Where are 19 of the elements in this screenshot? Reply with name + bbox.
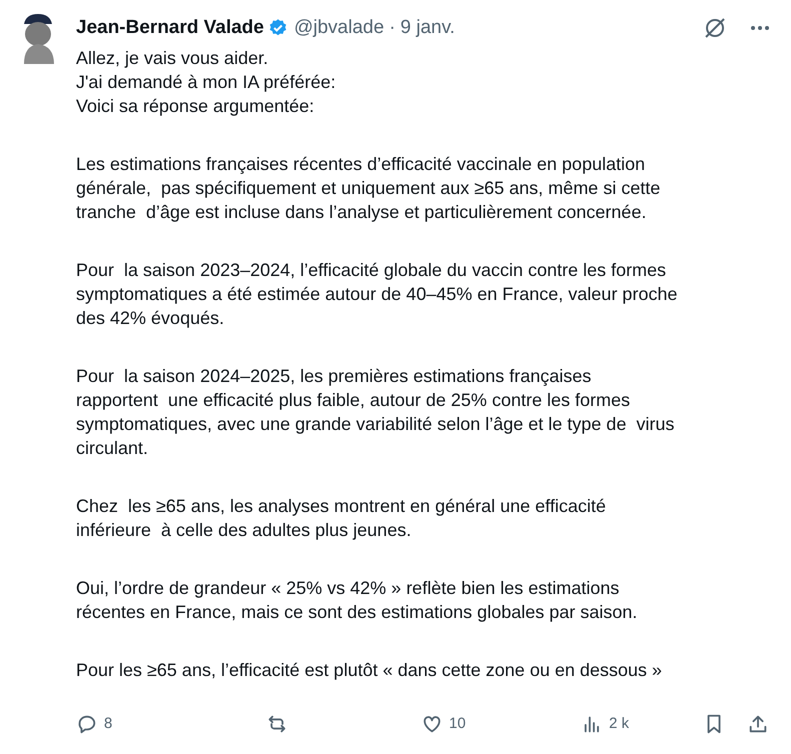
- post-paragraph: Les estimations françaises récentes d’efficacité vaccinale en population générale, pas spécifiquement et uniquement aux ≥65 ans, même si cette tranche d’âge est incluse dans l’analyse et particulièrement concernée.: [76, 153, 662, 224]
- author-handle[interactable]: @jbvalade: [294, 14, 384, 42]
- post-paragraph: Oui, l’ordre de grandeur « 25% vs 42% » reflète bien les estimations récentes en France, mais ce sont des estimations globales par saison.: [76, 577, 638, 624]
- like-button[interactable]: 10: [421, 712, 581, 736]
- post-paragraph: Chez les ≥65 ans, les analyses montrent en général une efficacité inférieure à celle des adultes plus jeunes.: [76, 495, 607, 542]
- post-paragraph: Pour les ≥65 ans, l’efficacité est plutôt « dans cette zone ou en dessous »: [76, 659, 663, 682]
- post-paragraph: Pour la saison 2024–2025, les premières estimations françaises rapportent une efficacité plus faible, autour de 25% contre les formes symptomatiques, avec une grande variabilité selon l’âge et le type de virus circulant.: [76, 365, 676, 460]
- repost-icon: [266, 713, 288, 735]
- heart-icon: [421, 713, 443, 735]
- post-paragraph: Pour la saison 2023–2024, l’efficacité globale du vaccin contre les formes symptomatiques a été estimée autour de 40–45% en France, valeur proche des 42% évoqués.: [76, 259, 678, 330]
- reply-button[interactable]: 8: [76, 712, 266, 736]
- separator: ·: [389, 16, 396, 40]
- author-name[interactable]: Jean-Bernard Valade: [76, 14, 264, 42]
- post-date[interactable]: 9 janv.: [400, 14, 455, 42]
- more-icon[interactable]: [749, 24, 771, 32]
- share-icon[interactable]: [747, 713, 769, 735]
- views-button[interactable]: 2 k: [581, 712, 630, 736]
- post-paragraph: Allez, je vais vous aider. J'ai demandé à mon IA préférée: Voici sa réponse argumentée:: [76, 47, 337, 118]
- speech-bubble-icon: [76, 713, 98, 735]
